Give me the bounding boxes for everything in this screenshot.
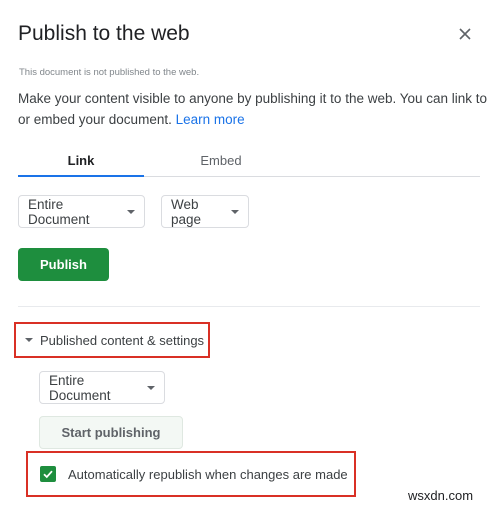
checkmark-icon	[43, 470, 53, 479]
watermark: wsxdn.com	[408, 488, 474, 503]
published-scope-value: Entire Document	[49, 372, 111, 403]
dialog-description: Make your content visible to anyone by p…	[18, 88, 488, 130]
auto-republish-label: Automatically republish when changes are…	[68, 466, 348, 482]
tab-embed[interactable]: Embed	[158, 150, 284, 175]
published-settings-label: Published content & settings	[40, 332, 205, 348]
close-icon	[459, 28, 471, 40]
content-scope-value: Entire Document	[28, 196, 90, 227]
description-text: Make your content visible to anyone by p…	[18, 91, 488, 127]
auto-republish-option[interactable]: Automatically republish when changes are…	[26, 451, 356, 497]
tab-link[interactable]: Link	[18, 150, 144, 177]
section-divider	[18, 306, 480, 307]
auto-republish-checkbox[interactable]	[40, 466, 56, 482]
dialog-title: Publish to the web	[18, 22, 190, 45]
triangle-down-icon	[25, 338, 33, 342]
published-scope-dropdown[interactable]: Entire Document	[39, 371, 165, 404]
start-publishing-button[interactable]: Start publishing	[39, 416, 183, 449]
learn-more-link[interactable]: Learn more	[176, 112, 245, 127]
published-settings-toggle[interactable]: Published content & settings	[14, 322, 210, 358]
content-scope-dropdown[interactable]: Entire Document	[18, 195, 145, 228]
chevron-down-icon	[147, 385, 155, 390]
tab-bar: Link Embed	[18, 150, 480, 177]
close-button[interactable]	[455, 24, 475, 44]
chevron-down-icon	[127, 209, 135, 214]
chevron-down-icon	[231, 209, 239, 214]
publish-status-text: This document is not published to the we…	[19, 67, 200, 78]
format-dropdown[interactable]: Web page	[161, 195, 249, 228]
publish-button[interactable]: Publish	[18, 248, 109, 281]
format-value: Web page	[171, 196, 202, 227]
